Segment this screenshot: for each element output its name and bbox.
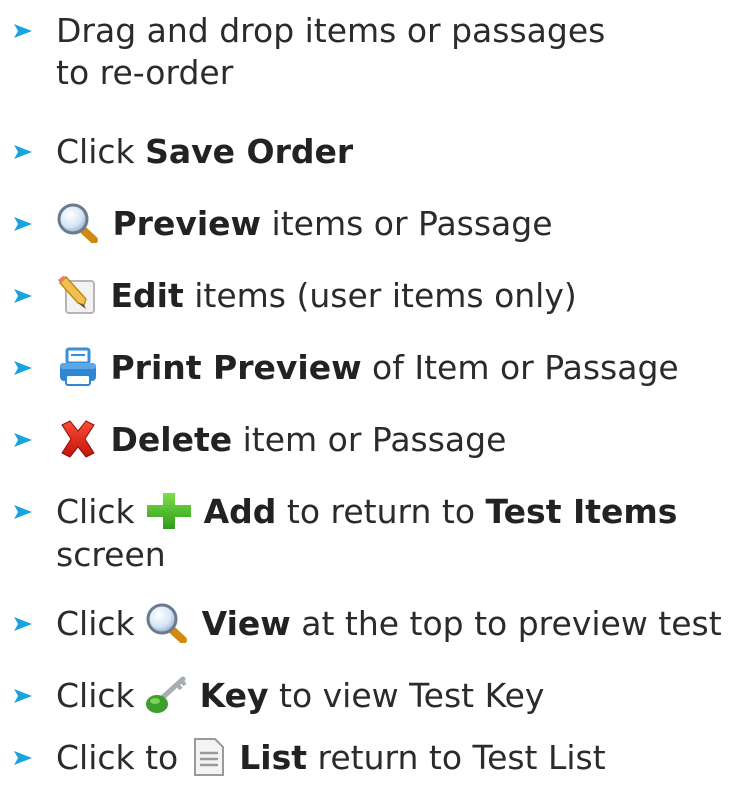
test-items-label: Test Items [485,492,678,531]
printer-icon [56,347,100,387]
bullet-text: Click to List return to Test List [56,737,606,777]
bullet-text: Click Key to view Test Key [56,675,545,715]
bullet-text: Edit items (user items only) [56,275,577,318]
edit-pencil-icon [56,275,100,315]
bullet-text: Click Add to return to Test Items screen [56,491,678,574]
chevron-right-icon [14,131,40,173]
save-order-label: Save Order [145,132,354,171]
bullet-text: Click View at the top to preview test [56,603,722,643]
print-preview-label: Print Preview [110,348,362,387]
magnifier-icon [56,203,102,243]
chevron-right-icon [14,491,40,533]
bullet-text: Drag and drop items or passages to re-or… [56,11,606,92]
bullet-text: Print Preview of Item or Passage [56,347,679,390]
view-label: View [201,604,291,643]
edit-label: Edit [110,276,184,315]
key-label: Key [199,676,269,715]
preview-label: Preview [112,204,262,243]
chevron-right-icon [14,10,40,52]
bullet-text: Preview items or Passage [56,203,553,246]
bullet-text: Delete item or Passage [56,419,506,462]
chevron-right-icon [14,603,40,645]
list-label: List [239,738,308,777]
add-label: Add [203,492,277,531]
chevron-right-icon [14,675,40,717]
document-icon [189,737,229,777]
chevron-right-icon [14,203,40,245]
bullet-text: Click Save Order [56,132,354,171]
magnifier-icon [145,603,191,643]
delete-label: Delete [110,420,233,459]
chevron-right-icon [14,275,40,317]
chevron-right-icon [14,347,40,389]
chevron-right-icon [14,737,40,779]
green-plus-icon [145,491,193,531]
key-icon [145,675,189,715]
chevron-right-icon [14,419,40,461]
red-x-icon [56,419,100,459]
